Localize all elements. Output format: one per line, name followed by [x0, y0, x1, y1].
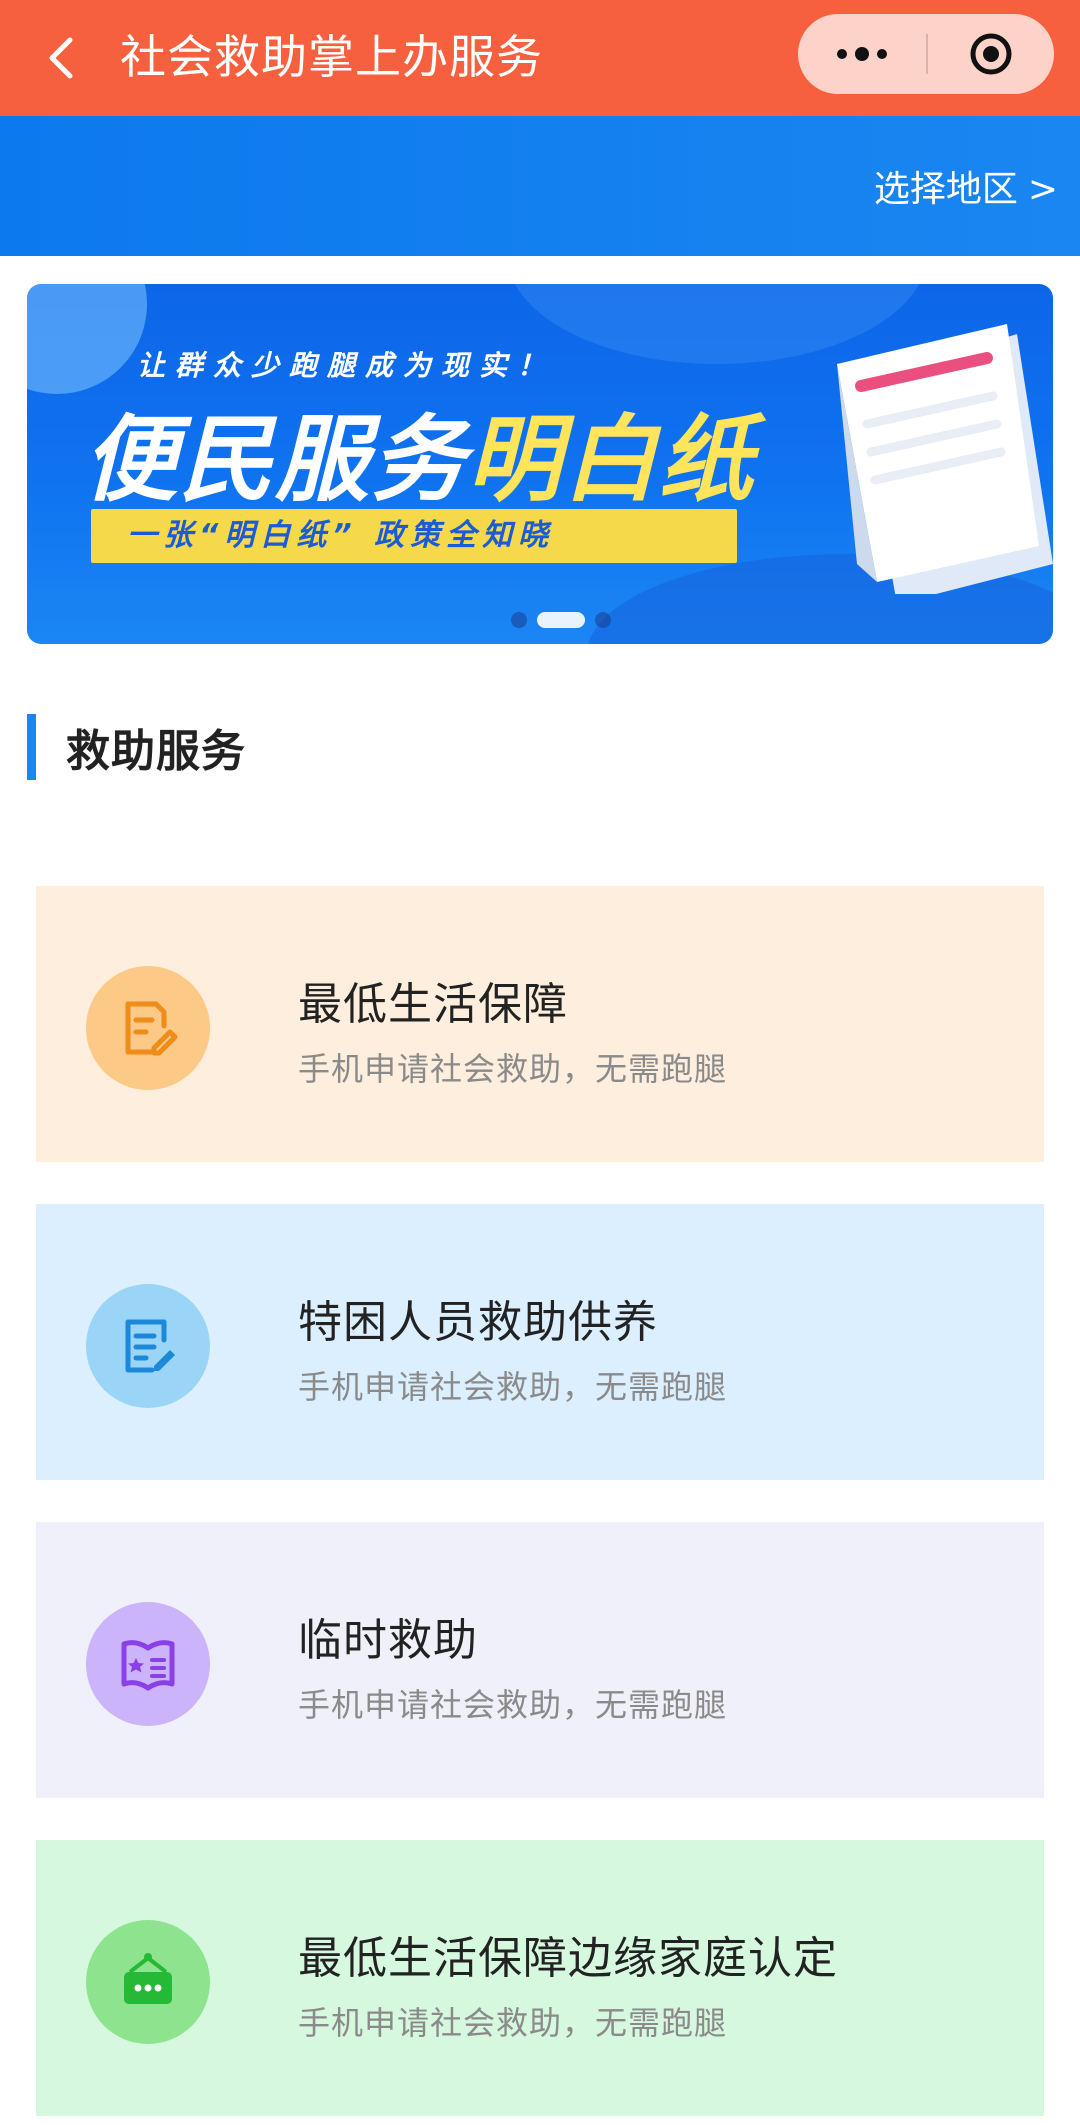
banner-subtitle: 让群众少跑腿成为现实！ — [137, 349, 556, 382]
card-description: 手机申请社会救助，无需跑腿 — [298, 2004, 728, 2042]
more-button[interactable] — [798, 14, 926, 94]
carousel-dot[interactable] — [595, 612, 611, 628]
card-description: 手机申请社会救助，无需跑腿 — [298, 1686, 728, 1724]
page-title: 社会救助掌上办服务 — [120, 30, 543, 84]
card-title: 最低生活保障边缘家庭认定 — [298, 1933, 838, 1984]
carousel-dot-active[interactable] — [537, 612, 585, 628]
carousel-indicator — [511, 610, 611, 630]
chevron-left-icon — [49, 37, 73, 79]
mini-program-capsule — [798, 14, 1054, 94]
card-icon-circle — [86, 966, 210, 1090]
card-description: 手机申请社会救助，无需跑腿 — [298, 1368, 728, 1406]
card-icon-circle — [86, 1602, 210, 1726]
section-accent-bar — [27, 714, 36, 780]
hanging-sign-icon — [124, 1953, 172, 2004]
region-bar: 选择地区 > — [0, 116, 1080, 256]
more-dots-icon — [837, 47, 887, 61]
service-card-extreme-poverty[interactable]: 特困人员救助供养 手机申请社会救助，无需跑腿 — [36, 1204, 1044, 1480]
back-button[interactable] — [34, 30, 90, 86]
close-miniprogram-button[interactable] — [928, 14, 1054, 94]
card-title: 最低生活保障 — [298, 979, 568, 1030]
banner-decoration — [27, 284, 147, 394]
card-icon-circle — [86, 1284, 210, 1408]
banner-title: 便民服务明白纸 — [83, 384, 755, 520]
card-title: 特困人员救助供养 — [298, 1297, 658, 1348]
card-description: 手机申请社会救助，无需跑腿 — [298, 1050, 728, 1088]
edit-document-icon — [125, 1001, 178, 1056]
section-header: 救助服务 — [27, 714, 246, 780]
service-card-minimum-living[interactable]: 最低生活保障 手机申请社会救助，无需跑腿 — [36, 886, 1044, 1162]
select-region-label: 选择地区 — [873, 169, 1018, 210]
banner-strip-text: 一张“明白纸” 政策全知晓 — [127, 518, 555, 553]
nav-bar: 社会救助掌上办服务 — [0, 0, 1080, 116]
card-title: 临时救助 — [298, 1615, 478, 1666]
edit-list-icon — [125, 1319, 175, 1373]
card-icon-circle — [86, 1920, 210, 2044]
banner-strip: 一张“明白纸” 政策全知晓 — [91, 509, 737, 563]
banner-title-white: 便民服务 — [83, 406, 468, 515]
banner-title-yellow: 明白纸 — [467, 406, 756, 515]
chevron-right-icon: > — [1027, 169, 1058, 210]
service-card-marginal-family[interactable]: 最低生活保障边缘家庭认定 手机申请社会救助，无需跑腿 — [36, 1840, 1044, 2116]
carousel-dot[interactable] — [511, 612, 527, 628]
banner-carousel[interactable]: 让群众少跑腿成为现实！ 便民服务明白纸 一张“明白纸” 政策全知晓 — [27, 284, 1053, 644]
service-card-temporary-aid[interactable]: 临时救助 手机申请社会救助，无需跑腿 — [36, 1522, 1044, 1798]
select-region-button[interactable]: 选择地区 > — [874, 166, 1058, 214]
document-paper-icon — [837, 324, 1053, 594]
target-icon — [970, 33, 1012, 75]
star-book-icon — [121, 1640, 175, 1691]
section-title: 救助服务 — [66, 726, 246, 777]
